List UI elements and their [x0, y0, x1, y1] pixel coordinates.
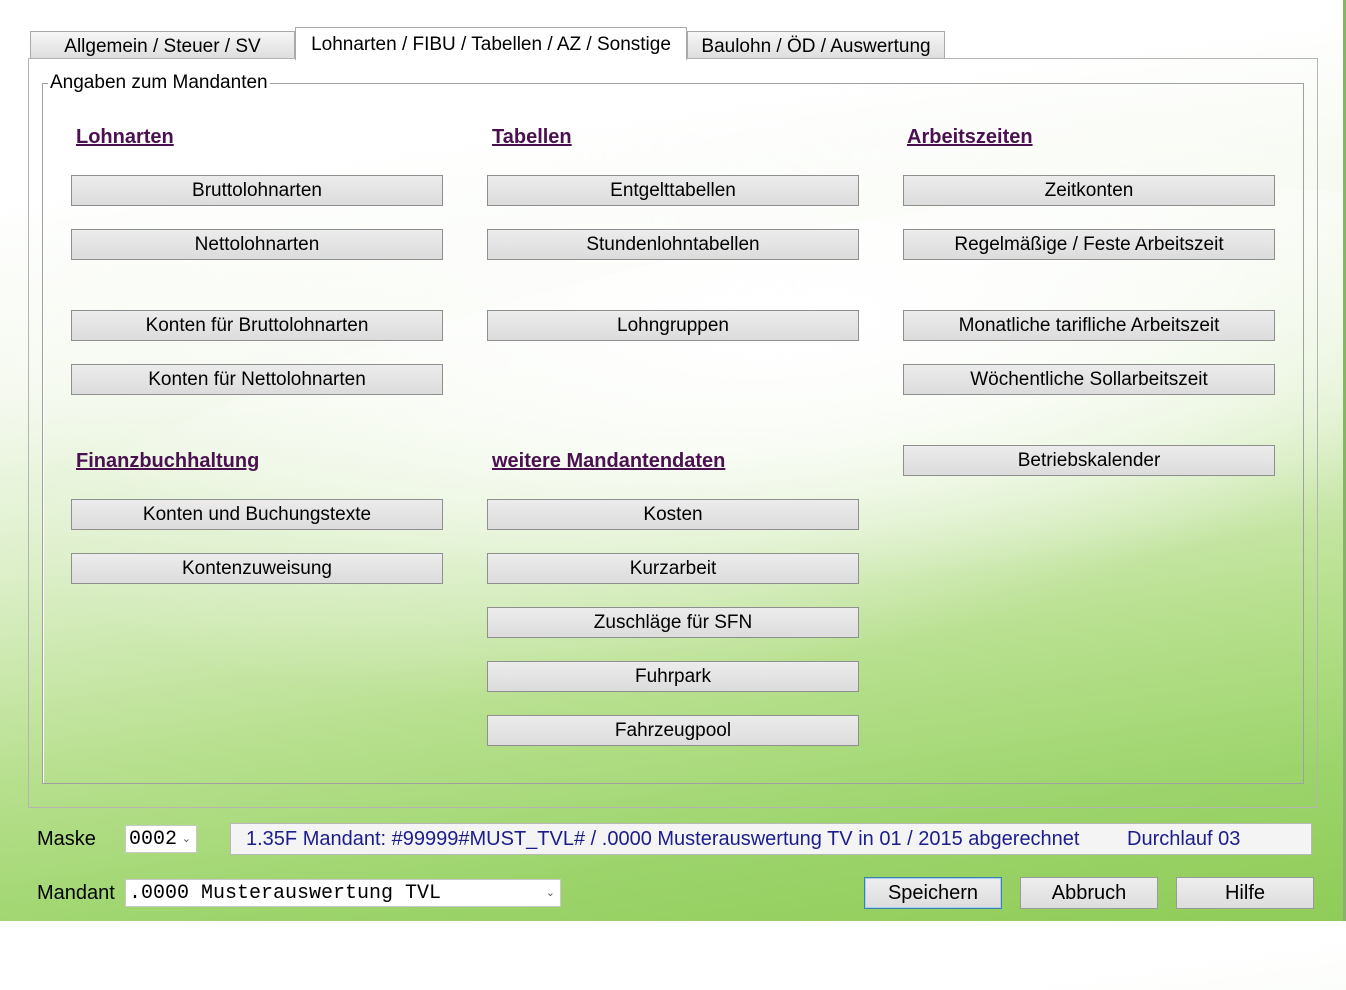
- bruttolohnarten-button[interactable]: Bruttolohnarten: [71, 175, 443, 206]
- section-weitere-mandantendaten[interactable]: weitere Mandantendaten: [492, 449, 725, 473]
- regelmaessige-arbeitszeit-button[interactable]: Regelmäßige / Feste Arbeitszeit: [903, 229, 1275, 260]
- lohngruppen-button[interactable]: Lohngruppen: [487, 310, 859, 341]
- woechentliche-sollarbeitszeit-button[interactable]: Wöchentliche Sollarbeitszeit: [903, 364, 1275, 395]
- cancel-button[interactable]: Abbruch: [1020, 877, 1158, 909]
- kontenzuweisung-button[interactable]: Kontenzuweisung: [71, 553, 443, 584]
- maske-select[interactable]: 0002 ⌄: [125, 825, 197, 853]
- mandant-label: Mandant: [37, 882, 115, 904]
- status-bar: 1.35F Mandant: #99999#MUST_TVL# / .0000 …: [230, 823, 1312, 855]
- chevron-down-icon[interactable]: ⌄: [182, 829, 191, 849]
- nettolohnarten-button[interactable]: Nettolohnarten: [71, 229, 443, 260]
- chevron-down-icon[interactable]: ⌄: [546, 883, 555, 903]
- entgelttabellen-button[interactable]: Entgelttabellen: [487, 175, 859, 206]
- save-button[interactable]: Speichern: [864, 877, 1002, 909]
- zuschlaege-sfn-button[interactable]: Zuschläge für SFN: [487, 607, 859, 638]
- kurzarbeit-button[interactable]: Kurzarbeit: [487, 553, 859, 584]
- tab-lohnarten[interactable]: Lohnarten / FIBU / Tabellen / AZ / Sonst…: [295, 27, 687, 60]
- section-lohnarten[interactable]: Lohnarten: [76, 125, 174, 149]
- status-message: 1.35F Mandant: #99999#MUST_TVL# / .0000 …: [246, 828, 1080, 850]
- mandant-select[interactable]: .0000 Musterauswertung TVL ⌄: [125, 879, 561, 907]
- fahrzeugpool-button[interactable]: Fahrzeugpool: [487, 715, 859, 746]
- help-button[interactable]: Hilfe: [1176, 877, 1314, 909]
- mandant-value: .0000 Musterauswertung TVL: [129, 882, 442, 905]
- maske-label: Maske: [37, 828, 96, 850]
- maske-value: 0002: [129, 828, 178, 851]
- tab-baulohn[interactable]: Baulohn / ÖD / Auswertung: [687, 31, 945, 58]
- section-arbeitszeiten[interactable]: Arbeitszeiten: [907, 125, 1033, 149]
- konten-bruttolohnarten-button[interactable]: Konten für Bruttolohnarten: [71, 310, 443, 341]
- monatliche-arbeitszeit-button[interactable]: Monatliche tarifliche Arbeitszeit: [903, 310, 1275, 341]
- section-tabellen[interactable]: Tabellen: [492, 125, 572, 149]
- groupbox-legend: Angaben zum Mandanten: [48, 72, 270, 94]
- konten-buchungstexte-button[interactable]: Konten und Buchungstexte: [71, 499, 443, 530]
- betriebskalender-button[interactable]: Betriebskalender: [903, 445, 1275, 476]
- status-durchlauf: Durchlauf 03: [1127, 828, 1241, 850]
- kosten-button[interactable]: Kosten: [487, 499, 859, 530]
- stundenlohntabellen-button[interactable]: Stundenlohntabellen: [487, 229, 859, 260]
- konten-nettolohnarten-button[interactable]: Konten für Nettolohnarten: [71, 364, 443, 395]
- zeitkonten-button[interactable]: Zeitkonten: [903, 175, 1275, 206]
- fuhrpark-button[interactable]: Fuhrpark: [487, 661, 859, 692]
- tab-allgemein[interactable]: Allgemein / Steuer / SV: [30, 31, 295, 58]
- section-finanzbuchhaltung[interactable]: Finanzbuchhaltung: [76, 449, 259, 473]
